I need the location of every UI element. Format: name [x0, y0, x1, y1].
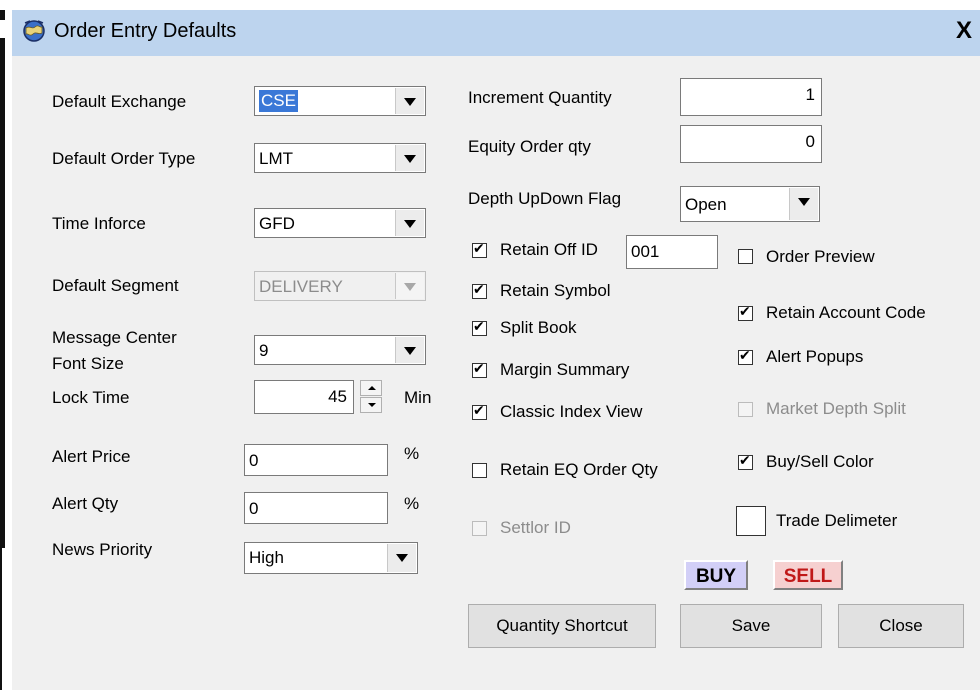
chevron-down-icon[interactable]: [789, 188, 818, 220]
chevron-down-icon[interactable]: [395, 145, 424, 171]
retain-eq-order-qty-checkbox[interactable]: [472, 463, 487, 478]
default-exchange-value: CSE: [259, 90, 298, 112]
alert-qty-input[interactable]: 0: [244, 492, 388, 524]
equity-order-qty-value: 0: [805, 132, 815, 151]
save-button[interactable]: Save: [680, 604, 822, 648]
retain-symbol-checkbox[interactable]: [472, 282, 487, 299]
default-exchange-label: Default Exchange: [52, 92, 187, 111]
alert-popups-checkbox[interactable]: [738, 348, 753, 365]
classic-index-view-checkbox[interactable]: [472, 403, 487, 420]
alert-qty-label: Alert Qty: [52, 494, 119, 513]
chevron-down-icon: [395, 273, 424, 299]
window-title: Order Entry Defaults: [54, 20, 237, 42]
message-center-label-line2: Font Size: [52, 354, 124, 373]
equity-order-qty-label: Equity Order qty: [468, 137, 591, 156]
sell-color-button[interactable]: SELL: [773, 560, 843, 590]
split-book-label: Split Book: [500, 318, 577, 337]
depth-updown-flag-value: Open: [685, 195, 727, 214]
retain-symbol-label: Retain Symbol: [500, 281, 611, 300]
message-center-label-line1: Message Center: [52, 328, 177, 347]
depth-updown-flag-select[interactable]: Open: [680, 186, 820, 222]
default-order-type-label: Default Order Type: [52, 149, 196, 168]
buy-sell-color-checkbox[interactable]: [738, 453, 753, 470]
default-exchange-select[interactable]: CSE: [254, 86, 426, 116]
alert-qty-value: 0: [249, 499, 259, 518]
spin-down-icon[interactable]: [360, 397, 382, 413]
increment-quantity-input[interactable]: 1: [680, 78, 822, 116]
equity-order-qty-input[interactable]: 0: [680, 125, 822, 163]
default-order-type-value: LMT: [259, 149, 293, 168]
chevron-down-icon[interactable]: [395, 88, 424, 114]
close-icon[interactable]: X: [956, 17, 972, 45]
trade-delimeter-label: Trade Delimeter: [776, 511, 898, 530]
time-inforce-value: GFD: [259, 214, 295, 233]
news-priority-value: High: [249, 548, 284, 567]
font-size-value: 9: [259, 341, 269, 360]
chevron-down-icon[interactable]: [395, 210, 424, 236]
default-segment-select[interactable]: DELIVERY: [254, 271, 426, 301]
lock-time-spinner[interactable]: [356, 379, 386, 415]
market-depth-split-checkbox[interactable]: [738, 402, 753, 417]
settlor-id-label: Settlor ID: [500, 518, 571, 537]
increment-quantity-label: Increment Quantity: [468, 88, 612, 107]
left-edge-line: [0, 38, 5, 548]
lock-time-value: 45: [328, 387, 347, 406]
retain-eq-order-qty-label: Retain EQ Order Qty: [500, 460, 658, 479]
market-depth-split-label: Market Depth Split: [766, 399, 906, 418]
quantity-shortcut-button[interactable]: Quantity Shortcut: [468, 604, 656, 648]
news-priority-select[interactable]: High: [244, 542, 418, 574]
left-edge-line-lower: [0, 548, 3, 690]
retain-off-id-label: Retain Off ID: [500, 240, 598, 259]
lock-time-unit: Min: [404, 388, 432, 407]
order-preview-checkbox[interactable]: [738, 249, 753, 264]
buy-sell-color-label: Buy/Sell Color: [766, 452, 874, 471]
retain-account-code-label: Retain Account Code: [766, 303, 926, 322]
trade-delimeter-checkbox[interactable]: [736, 506, 766, 536]
margin-summary-checkbox[interactable]: [472, 361, 487, 378]
left-edge-mark: [0, 10, 5, 20]
default-segment-value: DELIVERY: [259, 277, 343, 296]
chevron-down-icon[interactable]: [387, 544, 416, 572]
time-inforce-label: Time Inforce: [52, 214, 146, 233]
default-order-type-select[interactable]: LMT: [254, 143, 426, 173]
alert-price-unit: %: [404, 444, 420, 463]
alert-price-value: 0: [249, 451, 259, 470]
split-book-checkbox[interactable]: [472, 319, 487, 336]
news-priority-label: News Priority: [52, 540, 153, 559]
alert-price-input[interactable]: 0: [244, 444, 388, 476]
order-preview-label: Order Preview: [766, 247, 875, 266]
lock-time-label: Lock Time: [52, 388, 130, 407]
depth-updown-flag-label: Depth UpDown Flag: [468, 189, 622, 208]
app-globe-icon: [23, 20, 45, 42]
increment-quantity-value: 1: [805, 85, 815, 104]
lock-time-input[interactable]: 45: [254, 380, 354, 414]
retain-off-id-input[interactable]: 001: [626, 235, 718, 269]
default-segment-label: Default Segment: [52, 276, 179, 295]
buy-color-button[interactable]: BUY: [684, 560, 748, 590]
settlor-id-checkbox[interactable]: [472, 521, 487, 536]
alert-popups-label: Alert Popups: [766, 347, 864, 366]
margin-summary-label: Margin Summary: [500, 360, 630, 379]
chevron-down-icon[interactable]: [395, 337, 424, 363]
spin-up-icon[interactable]: [360, 380, 382, 396]
retain-off-id-value: 001: [631, 242, 660, 261]
retain-off-id-checkbox[interactable]: [472, 241, 487, 258]
classic-index-view-label: Classic Index View: [500, 402, 643, 421]
alert-qty-unit: %: [404, 494, 420, 513]
time-inforce-select[interactable]: GFD: [254, 208, 426, 238]
alert-price-label: Alert Price: [52, 447, 131, 466]
message-center-font-size-select[interactable]: 9: [254, 335, 426, 365]
close-button[interactable]: Close: [838, 604, 964, 648]
retain-account-code-checkbox[interactable]: [738, 304, 753, 321]
